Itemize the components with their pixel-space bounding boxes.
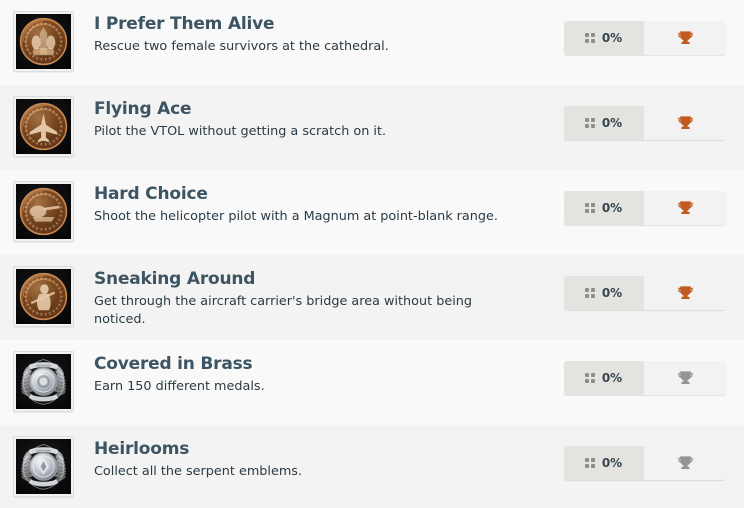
progress-percent: 0% [601,456,623,470]
achievement-title: Hard Choice [94,184,208,204]
progress-percent: 0% [601,116,623,130]
achievement-emblem-icon [13,96,74,157]
trophy-section[interactable] [643,361,726,395]
grid-dots-icon [584,288,595,298]
trophy-icon [677,370,694,387]
achievement-row[interactable]: I Prefer Them Alive Rescue two female sur… [0,0,744,85]
achievement-description: Shoot the helicopter pilot with a Magnum… [94,209,498,224]
achievement-row[interactable]: Hard Choice Shoot the helicopter pilot wi… [0,170,744,255]
achievement-text: Sneaking Around Get through the aircraft … [74,266,564,328]
achievement-row[interactable]: Covered in Brass Earn 150 different medal… [0,340,744,425]
achievement-title: Covered in Brass [94,354,253,374]
achievement-progress-badge[interactable]: 0% [564,446,726,480]
trophy-section[interactable] [643,446,726,480]
progress-section[interactable]: 0% [564,191,643,225]
trophy-icon [677,285,694,302]
trophy-icon [677,115,694,132]
achievement-emblem-icon [13,181,74,242]
progress-section[interactable]: 0% [564,21,643,55]
trophy-section[interactable] [643,21,726,55]
progress-section[interactable]: 0% [564,276,643,310]
achievement-description: Earn 150 different medals. [94,379,265,394]
achievement-emblem-icon [13,266,74,327]
trophy-icon [677,200,694,217]
achievement-emblem-icon [13,436,74,497]
progress-percent: 0% [601,31,623,45]
achievement-text: Flying Ace Pilot the VTOL without getting… [74,96,564,141]
achievement-emblem-icon [13,11,74,72]
achievement-list: I Prefer Them Alive Rescue two female sur… [0,0,744,508]
achievement-title: I Prefer Them Alive [94,14,275,34]
grid-dots-icon [584,33,595,43]
achievement-description: Get through the aircraft carrier's bridg… [94,294,472,327]
achievement-description: Rescue two female survivors at the cathe… [94,39,389,54]
achievement-text: I Prefer Them Alive Rescue two female sur… [74,11,564,56]
achievement-progress-badge[interactable]: 0% [564,276,726,310]
achievement-progress-badge[interactable]: 0% [564,191,726,225]
progress-percent: 0% [601,371,623,385]
achievement-row[interactable]: Heirlooms Collect all the serpent emblems… [0,425,744,508]
trophy-section[interactable] [643,191,726,225]
achievement-title: Flying Ace [94,99,192,119]
trophy-section[interactable] [643,106,726,140]
achievement-progress-badge[interactable]: 0% [564,106,726,140]
trophy-section[interactable] [643,276,726,310]
achievement-text: Covered in Brass Earn 150 different medal… [74,351,564,396]
achievement-row[interactable]: Sneaking Around Get through the aircraft … [0,255,744,340]
trophy-icon [677,455,694,472]
progress-section[interactable]: 0% [564,106,643,140]
progress-percent: 0% [601,201,623,215]
progress-section[interactable]: 0% [564,361,643,395]
achievement-title: Sneaking Around [94,269,256,289]
grid-dots-icon [584,458,595,468]
achievement-progress-badge[interactable]: 0% [564,361,726,395]
grid-dots-icon [584,118,595,128]
grid-dots-icon [584,203,595,213]
achievement-description: Collect all the serpent emblems. [94,464,303,479]
trophy-icon [677,30,694,47]
grid-dots-icon [584,373,595,383]
achievement-progress-badge[interactable]: 0% [564,21,726,55]
achievement-emblem-icon [13,351,74,412]
achievement-text: Hard Choice Shoot the helicopter pilot wi… [74,181,564,226]
progress-section[interactable]: 0% [564,446,643,480]
progress-percent: 0% [601,286,623,300]
achievement-description: Pilot the VTOL without getting a scratch… [94,124,387,139]
achievement-text: Heirlooms Collect all the serpent emblems… [74,436,564,481]
achievement-row[interactable]: Flying Ace Pilot the VTOL without getting… [0,85,744,170]
achievement-title: Heirlooms [94,439,190,459]
